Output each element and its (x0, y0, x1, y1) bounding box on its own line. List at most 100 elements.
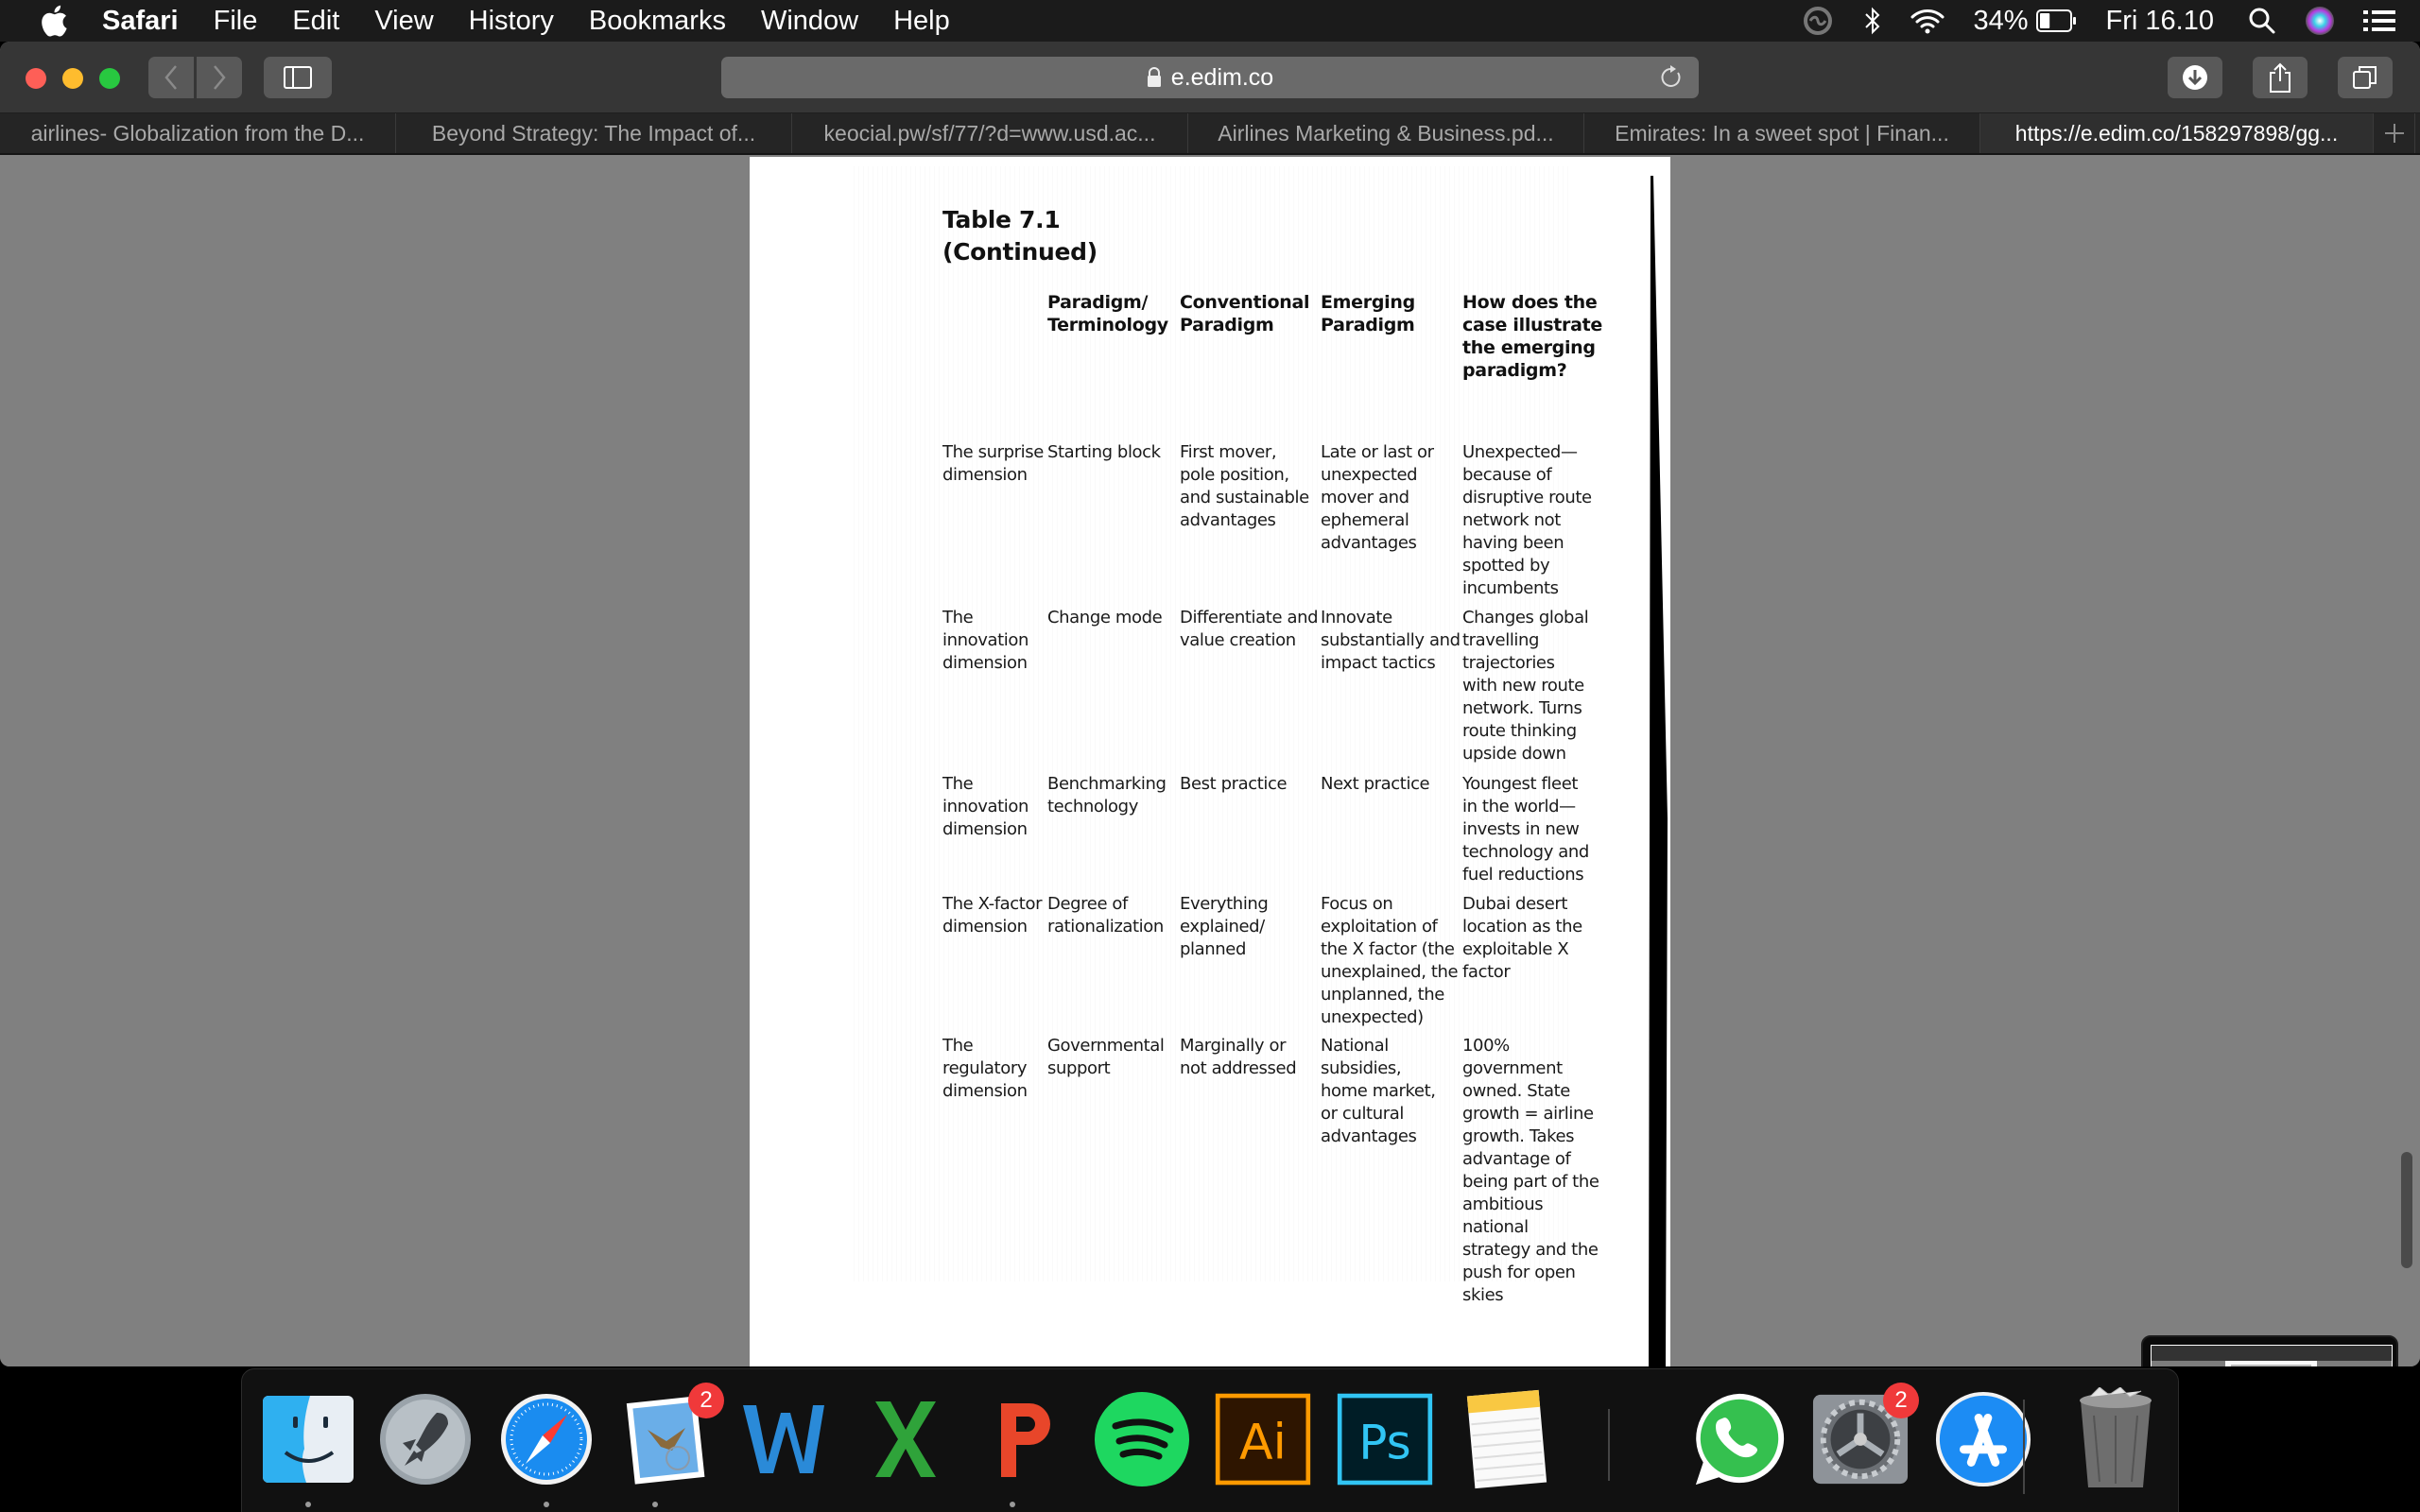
tab-2[interactable]: Beyond Strategy: The Impact of... (396, 113, 792, 153)
dock-separator (1608, 1409, 1610, 1481)
table-cell: Innovate substantially and impact tactic… (1321, 608, 1461, 673)
tab-6-active[interactable]: https://e.edim.co/158297898/gg... (1980, 113, 2374, 153)
fullscreen-window-button[interactable] (99, 68, 120, 89)
plus-icon (2384, 124, 2404, 143)
page-scan-edge (1649, 176, 1668, 1366)
forward-button[interactable] (197, 57, 242, 98)
bluetooth-icon[interactable] (1864, 6, 1881, 36)
page-content[interactable]: Table 7.1 (Continued) Paradigm/ Terminol… (0, 157, 2420, 1366)
table-cell: Benchmarking technology (1047, 774, 1167, 816)
table-cell: National subsidies, home market, or cult… (1321, 1036, 1436, 1146)
download-icon (2183, 65, 2207, 90)
dock-excel[interactable] (856, 1390, 955, 1488)
downloads-button[interactable] (2168, 57, 2222, 98)
thumbnail-page (2225, 1361, 2317, 1366)
clock[interactable]: Fri 16.10 (2106, 6, 2214, 37)
url-text[interactable]: e.edim.co (1171, 64, 1273, 92)
mail-unread-badge: 2 (688, 1383, 724, 1418)
siri-icon[interactable] (2305, 6, 2335, 36)
dock: 2 Ai Ps 2 (241, 1368, 2179, 1512)
tab-1[interactable]: airlines- Globalization from the D... (0, 113, 396, 153)
powerpoint-icon (1001, 1403, 1050, 1477)
menu-edit[interactable]: Edit (292, 6, 339, 37)
dock-launchpad[interactable] (376, 1390, 475, 1488)
table-cell: Late or last or unexpected mover and eph… (1321, 442, 1434, 553)
dock-illustrator[interactable]: Ai (1214, 1390, 1312, 1488)
tab-4[interactable]: Airlines Marketing & Business.pd... (1188, 113, 1584, 153)
menu-bookmarks[interactable]: Bookmarks (589, 6, 726, 37)
safari-compass-icon (501, 1394, 592, 1485)
launchpad-rocket-icon (380, 1394, 471, 1485)
vertical-scrollbar[interactable] (2401, 1152, 2412, 1268)
menu-view[interactable]: View (374, 6, 433, 37)
menu-window[interactable]: Window (761, 6, 858, 37)
new-tab-button[interactable] (2374, 113, 2415, 153)
dock-spotify[interactable] (1093, 1390, 1191, 1488)
screenshot-thumbnail-preview[interactable] (2141, 1335, 2398, 1366)
menu-file[interactable]: File (214, 6, 258, 37)
battery-icon[interactable] (2035, 9, 2078, 33)
dock-word[interactable] (734, 1390, 832, 1488)
tab-5[interactable]: Emirates: In a sweet spot | Finan... (1584, 113, 1980, 153)
table-cell: 100% government owned. State growth = ai… (1462, 1036, 1599, 1305)
menu-safari[interactable]: Safari (102, 6, 179, 37)
whatsapp-icon (1695, 1393, 1785, 1486)
reload-button[interactable] (1659, 64, 1684, 95)
table-cell: Everything explained/ planned (1180, 894, 1269, 959)
tabs-overview-icon (2353, 66, 2377, 89)
row-label-cell: The innovation dimension (942, 774, 1028, 839)
thumbnail-toolbar (2152, 1346, 2392, 1361)
address-bar[interactable]: e.edim.co (721, 57, 1699, 98)
table-cell: Differentiate and value creation (1180, 608, 1319, 650)
minimize-window-button[interactable] (62, 68, 83, 89)
table-title-line1: Table 7.1 (942, 206, 1061, 233)
menu-help[interactable]: Help (893, 6, 950, 37)
share-button[interactable] (2253, 57, 2308, 98)
show-all-tabs-button[interactable] (2338, 57, 2393, 98)
menu-history[interactable]: History (469, 6, 554, 37)
table-cell: Starting block (1047, 442, 1161, 462)
finder-icon (263, 1396, 354, 1483)
close-window-button[interactable] (26, 68, 46, 89)
dock-system-preferences[interactable]: 2 (1811, 1383, 1919, 1488)
thumbnail-screen (2151, 1345, 2393, 1366)
table-cell: Changes global travelling trajectories w… (1462, 608, 1589, 764)
dock-finder[interactable] (259, 1390, 357, 1488)
table-cell: Degree of rationalization (1047, 894, 1164, 936)
wifi-icon[interactable] (1910, 7, 1945, 35)
sidebar-toggle-button[interactable] (264, 57, 332, 98)
dock-whatsapp[interactable] (1690, 1390, 1789, 1488)
browser-toolbar: e.edim.co (0, 42, 2420, 113)
pdf-page: Table 7.1 (Continued) Paradigm/ Terminol… (750, 157, 1670, 1366)
column-header: Emerging Paradigm (1321, 292, 1415, 335)
share-icon (2270, 62, 2290, 93)
chevron-left-icon (164, 65, 177, 90)
running-indicator (544, 1502, 549, 1507)
dock-photoshop[interactable]: Ps (1336, 1390, 1434, 1488)
illustrator-label: Ai (1239, 1414, 1287, 1470)
running-indicator (305, 1502, 311, 1507)
table-cell: Next practice (1321, 774, 1430, 794)
spotlight-search-icon[interactable] (2248, 7, 2276, 35)
notes-icon (1466, 1389, 1547, 1489)
dock-trash[interactable] (2066, 1387, 2165, 1488)
trash-icon (2080, 1387, 2152, 1487)
dock-powerpoint[interactable] (975, 1390, 1073, 1488)
row-label-cell: The X-factor dimension (942, 894, 1043, 936)
tab-label: airlines- Globalization from the D... (30, 120, 365, 146)
table-title-line2: (Continued) (942, 238, 1098, 266)
dock-safari[interactable] (497, 1390, 596, 1488)
dock-mail[interactable]: 2 (616, 1383, 724, 1488)
dock-notes[interactable] (1458, 1389, 1556, 1489)
table-cell: Youngest fleet in the world— invests in … (1462, 774, 1589, 885)
menu-bar: Safari File Edit View History Bookmarks … (0, 0, 2420, 42)
creative-cloud-icon[interactable] (1800, 7, 1836, 35)
notification-center-icon[interactable] (2363, 9, 2395, 33)
table-cell: Best practice (1180, 774, 1288, 794)
apple-menu-icon[interactable] (38, 5, 70, 37)
tab-3[interactable]: keocial.pw/sf/77/?d=www.usd.ac... (792, 113, 1188, 153)
column-header: Conventional Paradigm (1180, 292, 1310, 335)
table-cell: Focus on exploitation of the X factor (t… (1321, 894, 1459, 1027)
dock-app-store[interactable] (1934, 1390, 2032, 1488)
back-button[interactable] (148, 57, 194, 98)
